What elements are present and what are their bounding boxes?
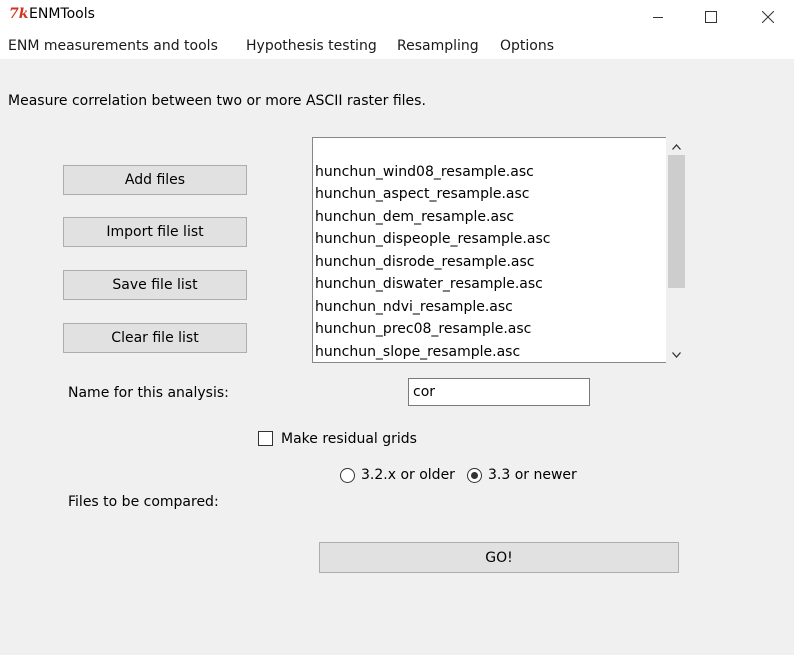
list-item[interactable]: hunchun_slope_resample.asc <box>315 343 520 361</box>
minimize-icon <box>653 16 663 18</box>
analysis-name-input[interactable] <box>408 378 590 406</box>
chevron-up-icon <box>672 143 681 150</box>
list-item[interactable]: hunchun_dem_resample.asc <box>315 208 514 226</box>
radio-version-33[interactable] <box>467 468 482 483</box>
tk-app-icon: 7k <box>9 6 29 22</box>
list-item[interactable]: hunchun_diswater_resample.asc <box>315 275 543 293</box>
title-bar: 7k ENMTools <box>0 0 794 33</box>
radio-version-32[interactable] <box>340 468 355 483</box>
go-button[interactable]: GO! <box>319 542 679 573</box>
menu-enm-measurements[interactable]: ENM measurements and tools <box>8 38 218 54</box>
chevron-down-icon <box>672 351 681 358</box>
list-item[interactable]: hunchun_wind08_resample.asc <box>315 163 534 181</box>
list-item[interactable]: hunchun_dispeople_resample.asc <box>315 230 550 248</box>
list-item[interactable]: hunchun_prec08_resample.asc <box>315 320 531 338</box>
residual-grids-label: Make residual grids <box>281 431 417 447</box>
save-file-list-button[interactable]: Save file list <box>63 270 247 300</box>
add-files-button[interactable]: Add files <box>63 165 247 195</box>
list-item[interactable]: hunchun_disrode_resample.asc <box>315 253 535 271</box>
residual-grids-checkbox[interactable] <box>258 431 273 446</box>
clear-file-list-button[interactable]: Clear file list <box>63 323 247 353</box>
description-text: Measure correlation between two or more … <box>8 93 426 109</box>
maximize-icon <box>705 10 717 23</box>
minimize-button[interactable] <box>635 0 681 33</box>
close-button[interactable] <box>745 0 791 33</box>
menu-resampling[interactable]: Resampling <box>397 38 479 54</box>
menu-options[interactable]: Options <box>500 38 554 54</box>
radio-version-32-label: 3.2.x or older <box>361 467 455 483</box>
radio-version-33-label: 3.3 or newer <box>488 467 577 483</box>
scroll-down-button[interactable] <box>666 346 687 363</box>
file-list-scrollbar[interactable] <box>666 137 687 363</box>
close-icon <box>762 10 774 23</box>
file-listbox[interactable]: hunchun_wind08_resample.asc hunchun_aspe… <box>312 137 666 363</box>
analysis-name-label: Name for this analysis: <box>68 385 229 401</box>
scroll-up-button[interactable] <box>666 138 687 155</box>
scroll-thumb[interactable] <box>668 155 685 288</box>
menu-bar: ENM measurements and tools Hypothesis te… <box>0 33 794 59</box>
radio-selected-dot <box>471 472 478 479</box>
window-title: ENMTools <box>29 6 95 22</box>
files-compared-label: Files to be compared: <box>68 494 219 510</box>
menu-hypothesis-testing[interactable]: Hypothesis testing <box>246 38 377 54</box>
list-item[interactable]: hunchun_ndvi_resample.asc <box>315 298 513 316</box>
import-file-list-button[interactable]: Import file list <box>63 217 247 247</box>
maximize-button[interactable] <box>688 0 734 33</box>
list-item[interactable]: hunchun_aspect_resample.asc <box>315 185 529 203</box>
